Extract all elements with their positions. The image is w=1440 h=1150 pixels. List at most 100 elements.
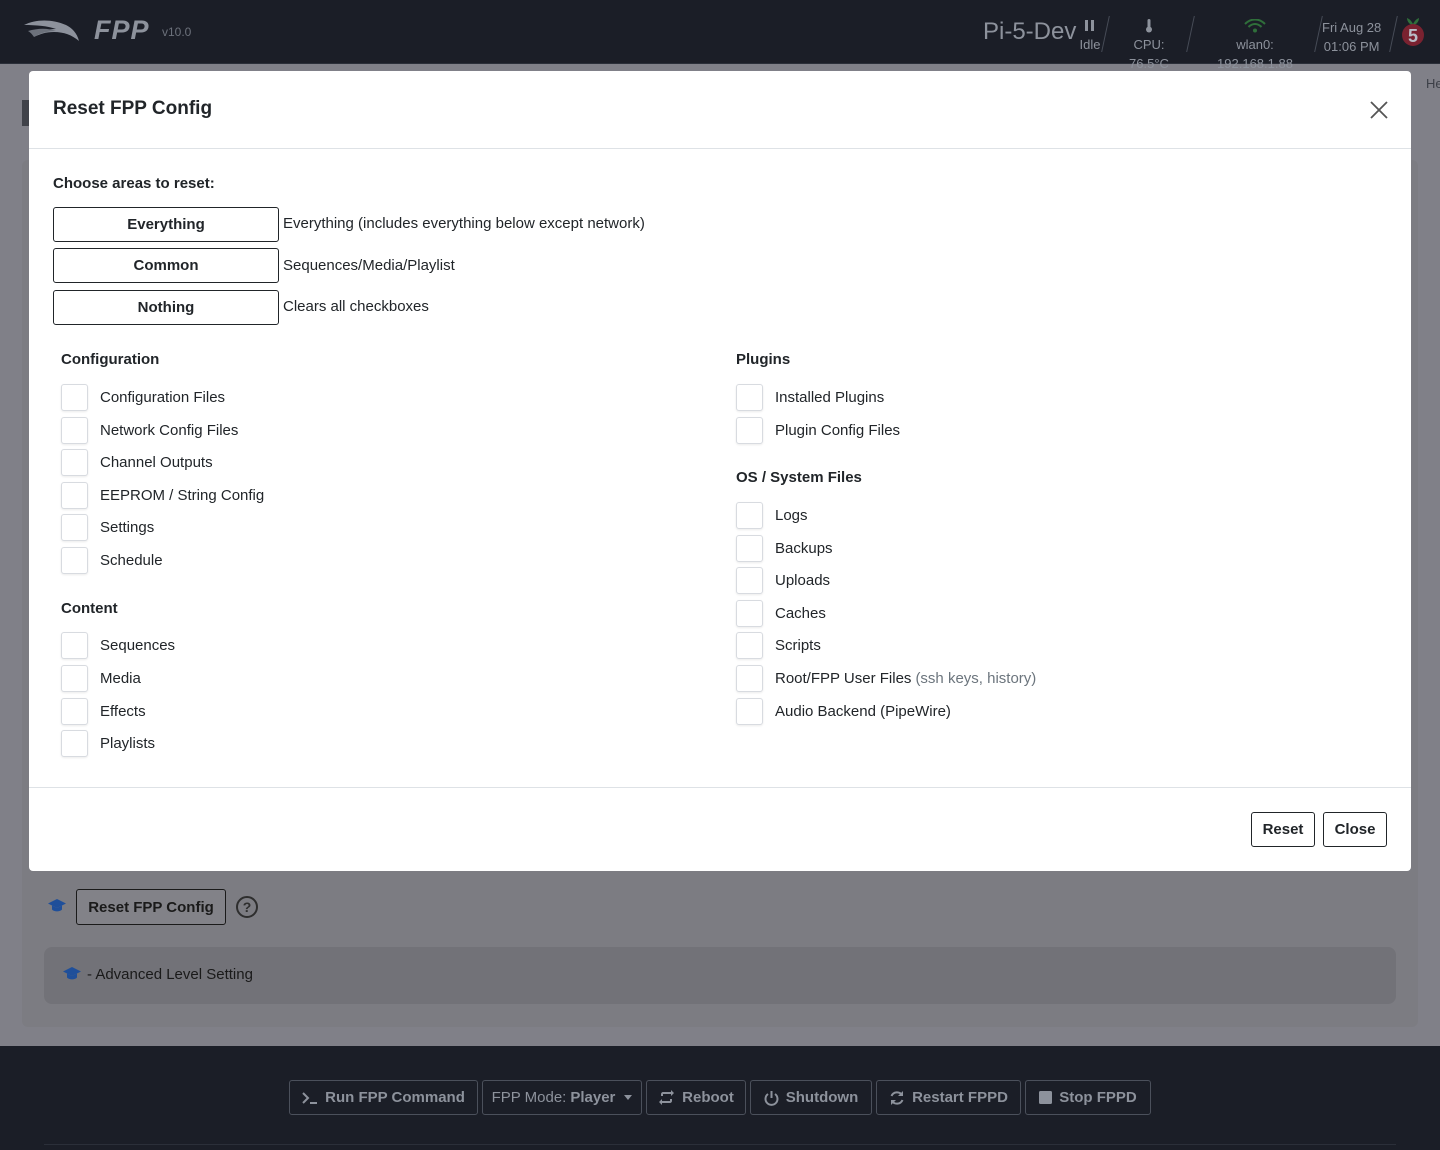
checkbox-row[interactable]: Playlists [61, 729, 155, 757]
reset-fpp-config-button[interactable]: Reset FPP Config [76, 889, 226, 925]
os-system-files-heading: OS / System Files [736, 469, 862, 486]
checkbox[interactable] [736, 599, 763, 627]
checkbox[interactable] [61, 631, 88, 659]
checkbox-label: Uploads [775, 571, 831, 589]
datetime: Fri Aug 28 01:06 PM [1322, 18, 1381, 56]
checkbox-row[interactable]: Root/FPP User Files (ssh keys, history) [736, 664, 1036, 692]
close-icon[interactable] [1369, 100, 1389, 120]
checkbox-row[interactable]: Settings [61, 513, 154, 541]
checkbox[interactable] [736, 697, 763, 725]
everything-button[interactable]: Everything [53, 207, 279, 242]
checkbox[interactable] [736, 566, 763, 594]
content-heading: Content [61, 600, 118, 617]
checkbox[interactable] [736, 416, 763, 444]
checkbox[interactable] [61, 697, 88, 725]
checkbox-row[interactable]: Configuration Files [61, 383, 225, 411]
modal-header: Reset FPP Config [29, 71, 1411, 149]
fpp-mode-value: Player [570, 1089, 616, 1106]
help-icon[interactable]: ? [236, 896, 258, 918]
checkbox[interactable] [61, 729, 88, 757]
fpp-logo-icon [24, 20, 79, 41]
checkbox-label: Plugin Config Files [775, 421, 901, 439]
checkbox-row[interactable]: EEPROM / String Config [61, 481, 264, 509]
checkbox[interactable] [736, 534, 763, 562]
nothing-button[interactable]: Nothing [53, 290, 279, 325]
network-status[interactable]: wlan0: 192.168.1.88 [1197, 16, 1313, 73]
fpp-mode-label: FPP Mode: [491, 1089, 567, 1106]
date-text: Fri Aug 28 [1322, 20, 1382, 35]
checkbox-row[interactable]: Scripts [736, 631, 821, 659]
checkbox-label: Scripts [775, 636, 821, 654]
common-button[interactable]: Common [53, 248, 279, 283]
checkbox-label: Effects [100, 702, 146, 720]
wifi-icon [1197, 16, 1313, 35]
nothing-description: Clears all checkboxes [283, 298, 429, 315]
footer-divider [44, 1144, 1396, 1145]
hostname[interactable]: Pi-5-Dev [983, 18, 1076, 46]
checkbox-row[interactable]: Schedule [61, 546, 163, 574]
checkbox-row[interactable]: Network Config Files [61, 416, 238, 444]
reboot-button[interactable]: Reboot [646, 1080, 746, 1115]
checkbox-row[interactable]: Channel Outputs [61, 448, 213, 476]
checkbox[interactable] [61, 416, 88, 444]
close-button[interactable]: Close [1323, 812, 1387, 847]
graduation-cap-icon [63, 967, 81, 981]
checkbox-row[interactable]: Effects [61, 697, 146, 725]
divider [1101, 16, 1110, 52]
checkbox-row[interactable]: Logs [736, 501, 808, 529]
reset-button[interactable]: Reset [1251, 812, 1315, 847]
cpu-status[interactable]: CPU: 76.5°C [1112, 16, 1186, 73]
help-link[interactable]: Help [1426, 76, 1440, 91]
terminal-icon [302, 1091, 318, 1104]
checkbox-hint: (ssh keys, history) [915, 669, 1037, 687]
checkbox-row[interactable]: Uploads [736, 566, 830, 594]
stop-fppd-button[interactable]: Stop FPPD [1025, 1080, 1151, 1115]
checkbox-row[interactable]: Sequences [61, 631, 175, 659]
raspberry-pi-5-icon: 5 [1402, 18, 1424, 46]
configuration-heading: Configuration [61, 351, 160, 368]
checkbox[interactable] [736, 383, 763, 411]
checkbox[interactable] [61, 383, 88, 411]
checkbox-row[interactable]: Backups [736, 534, 833, 562]
top-header: FPP v10.0 Pi-5-Dev Idle CPU: 76.5°C wlan… [0, 0, 1440, 71]
player-status[interactable]: Idle [1078, 16, 1102, 54]
checkbox[interactable] [736, 501, 763, 529]
checkbox-label: Installed Plugins [775, 388, 885, 406]
thermometer-icon [1112, 16, 1186, 35]
restart-fppd-button[interactable]: Restart FPPD [876, 1080, 1021, 1115]
version-label: v10.0 [162, 25, 192, 39]
svg-text:5: 5 [1408, 26, 1418, 46]
reboot-label: Reboot [682, 1089, 734, 1106]
checkbox-label: Media [100, 669, 141, 687]
checkbox[interactable] [736, 631, 763, 659]
refresh-icon [890, 1090, 904, 1105]
checkbox[interactable] [61, 546, 88, 574]
reboot-icon [659, 1090, 675, 1105]
checkbox-row[interactable]: Plugin Config Files [736, 416, 900, 444]
shutdown-button[interactable]: Shutdown [750, 1080, 872, 1115]
checkbox-label: Root/FPP User Files [775, 669, 912, 687]
plugins-heading: Plugins [736, 351, 791, 368]
stop-icon [1039, 1091, 1053, 1104]
checkbox-row[interactable]: Media [61, 664, 141, 692]
checkbox[interactable] [61, 481, 88, 509]
checkbox[interactable] [61, 513, 88, 541]
checkbox-row[interactable]: Installed Plugins [736, 383, 884, 411]
divider [1186, 16, 1195, 52]
checkbox-row[interactable]: Audio Backend (PipeWire) [736, 697, 951, 725]
checkbox[interactable] [61, 448, 88, 476]
everything-description: Everything (includes everything below ex… [283, 215, 645, 232]
checkbox[interactable] [61, 664, 88, 692]
fpp-mode-dropdown[interactable]: FPP Mode: Player [482, 1080, 642, 1115]
power-icon [764, 1090, 779, 1106]
shutdown-label: Shutdown [785, 1089, 859, 1106]
network-address: wlan0: 192.168.1.88 [1217, 37, 1293, 71]
checkbox-label: Logs [775, 506, 808, 524]
common-description: Sequences/Media/Playlist [283, 257, 455, 274]
advanced-level-text: - Advanced Level Setting [87, 966, 253, 983]
checkbox-label: Channel Outputs [100, 453, 213, 471]
checkbox-row[interactable]: Caches [736, 599, 826, 627]
checkbox-label: Backups [775, 539, 833, 557]
checkbox[interactable] [736, 664, 763, 692]
run-fpp-command-button[interactable]: Run FPP Command [289, 1080, 478, 1115]
